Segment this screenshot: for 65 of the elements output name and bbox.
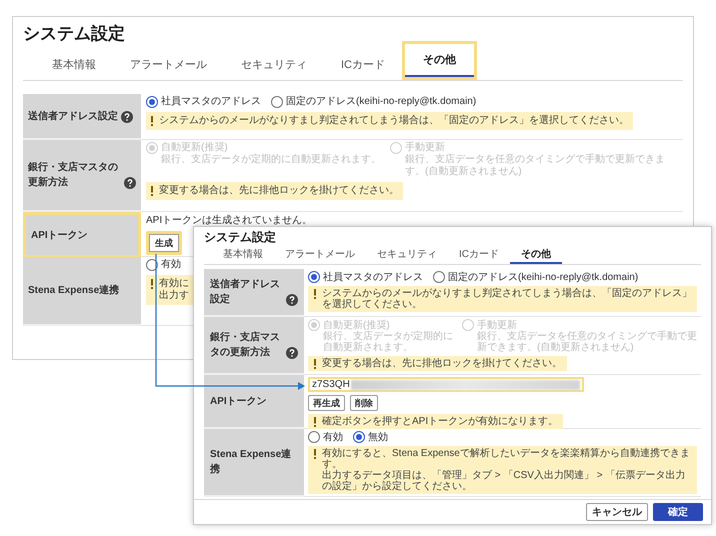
option-label: 無効 bbox=[368, 432, 388, 442]
note-text: システムからのメールがなりすまし判定されてしまう場合は、「固定のアドレス」を選択してください。 bbox=[159, 115, 629, 127]
tab[interactable]: 基本情報 bbox=[35, 51, 113, 80]
row-label: 銀行・支店マスタの更新方法 bbox=[210, 330, 281, 360]
radio-button[interactable] bbox=[308, 271, 320, 283]
token-button[interactable]: 削除 bbox=[350, 395, 378, 411]
tab[interactable]: ICカード bbox=[448, 244, 510, 264]
option-label: 社員マスタのアドレス bbox=[323, 272, 423, 282]
tab[interactable]: アラートメール bbox=[113, 51, 224, 80]
exclamation-icon bbox=[150, 279, 154, 289]
note-text: 確定ボタンを押すとAPIトークンが有効になります。 bbox=[322, 416, 558, 427]
option-label: 有効 bbox=[323, 432, 343, 442]
row-label: APIトークン bbox=[31, 228, 88, 242]
note-text: 有効にすると、Stena Expenseで解析したいデータを楽楽精算から自動連携できます。 出力するデータ項目は、「管理」タブ > 「CSV入出力関連」 > 「伝票データ出力の設定」から設定してください。 bbox=[322, 448, 691, 492]
tab[interactable]: 基本情報 bbox=[212, 244, 274, 264]
exclamation-icon bbox=[150, 186, 154, 196]
token-text: z7S3QH bbox=[312, 379, 350, 390]
status-text: APIトークンは生成されていません。 bbox=[146, 214, 314, 227]
note-text: 有効に 出力す bbox=[159, 278, 189, 302]
cancel-button[interactable]: キャンセル bbox=[586, 503, 648, 521]
radio-button[interactable] bbox=[433, 271, 445, 283]
row-label: Stena Expense連携 bbox=[210, 448, 292, 477]
token-button[interactable]: 再生成 bbox=[308, 395, 345, 411]
exclamation-icon bbox=[313, 359, 317, 369]
option-label: 自動更新(推奨) bbox=[323, 320, 390, 330]
option-label: 固定のアドレス(keihi-no-reply@tk.domain) bbox=[286, 96, 476, 108]
note-text: システムからのメールがなりすまし判定されてしまう場合は、「固定のアドレス」を選択してください。 bbox=[322, 288, 692, 310]
tab[interactable]: その他 bbox=[510, 244, 562, 264]
row-label: APIトークン bbox=[210, 394, 267, 408]
option-description: 銀行、支店データが定期的に自動更新されます。 bbox=[160, 154, 382, 166]
exclamation-icon bbox=[313, 417, 317, 427]
note-text: 変更する場合は、先に排他ロックを掛けてください。 bbox=[159, 185, 399, 197]
option-label: 手動更新 bbox=[477, 320, 517, 330]
help-icon[interactable] bbox=[121, 110, 133, 122]
tab[interactable]: セキュリティ bbox=[366, 244, 448, 264]
radio-button[interactable] bbox=[271, 96, 283, 108]
row-label: 銀行・支店マスタの更新方法 bbox=[28, 160, 119, 190]
exclamation-icon bbox=[313, 289, 317, 299]
option-description: 銀行、支店データが定期的に自動更新されます。 bbox=[322, 331, 454, 353]
note-text: 変更する場合は、先に排他ロックを掛けてください。 bbox=[322, 358, 562, 369]
window-title: システム設定 bbox=[203, 229, 277, 244]
tab[interactable]: セキュリティ bbox=[224, 51, 324, 80]
option-label: 社員マスタのアドレス bbox=[161, 96, 261, 108]
option-label: 固定のアドレス(keihi-no-reply@tk.domain) bbox=[448, 272, 638, 282]
option-description: 銀行、支店データを任意のタイミングで手動で更新できます。(自動更新されません) bbox=[404, 154, 666, 178]
window-title: システム設定 bbox=[22, 23, 126, 45]
row-label: Stena Expense連携 bbox=[28, 284, 120, 298]
option-description: 銀行、支店データを任意のタイミングで手動で更新できます。(自動更新されません) bbox=[476, 331, 697, 353]
confirm-button[interactable]: 確定 bbox=[653, 503, 703, 521]
tab[interactable]: ICカード bbox=[324, 51, 402, 80]
row-label: 送信者アドレス設定 bbox=[28, 109, 118, 124]
option-label: 有効 bbox=[161, 259, 181, 271]
tab[interactable]: アラートメール bbox=[274, 244, 366, 264]
radio-button[interactable] bbox=[353, 431, 365, 443]
radio-button[interactable] bbox=[308, 431, 320, 443]
help-icon[interactable] bbox=[286, 294, 298, 306]
token-button[interactable]: 生成 bbox=[146, 231, 182, 255]
exclamation-icon bbox=[313, 449, 317, 459]
tab[interactable]: その他 bbox=[402, 41, 477, 80]
exclamation-icon bbox=[150, 116, 154, 126]
radio-button[interactable] bbox=[146, 96, 158, 108]
option-label: 手動更新 bbox=[405, 142, 445, 154]
radio-button[interactable] bbox=[146, 259, 158, 271]
option-label: 自動更新(推奨) bbox=[161, 142, 228, 154]
row-label: 送信者アドレス設定 bbox=[210, 278, 281, 307]
